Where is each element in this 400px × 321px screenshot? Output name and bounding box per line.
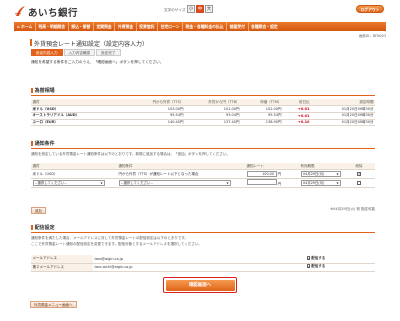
conditions-table: 通貨 通知条件 通知レート 有効期限 削除 米ドル（USD） 円から外貨（TTS… [31,163,375,188]
rates-header-ttb: 外貨から円（TTB） [185,99,241,107]
mail-address: taro-aichi@aigin.co.jp [93,263,305,272]
mail-address: taro@aigin.co.jp [93,255,305,264]
rate-time: 01月20日09時30分 [311,119,375,127]
rate-change: +0.01 [283,105,311,113]
global-nav: ⌂ ホーム 残高・明細照会 振込・振替 定期預金 外貨預金 投資信託 住宅ローン… [14,22,386,31]
step-confirm: 入力内容確認 [63,49,96,56]
rate-change: +0.10 [283,119,311,127]
home-icon: ⌂ [17,24,20,29]
screen-id: 画面ID：BFN003 [358,34,386,38]
font-size-label: 文字のサイズ [164,8,186,12]
mail-label: メールアドレス [31,255,93,264]
rates-header-change: 前日比 [283,99,311,107]
cond-condition: 円から外貨（TTS）が通知レート以下となった場合 [117,169,245,179]
rate-ttm: 95.54円 [241,112,283,120]
nav-time-deposit[interactable]: 定期預金 [94,22,116,31]
rate-input[interactable]: 100.00 [246,171,277,177]
page-title: 外貨預金レート通知設定（設定内容入力） [34,41,149,48]
rates-header-ttm: 仲値（TTM） [241,99,283,107]
rates-header-time: 設定時間 [311,99,375,107]
rate-ttb: 101.00円 [185,105,241,113]
mail-divider [31,232,375,233]
mail-label: 第２メールアドレス [31,263,93,272]
step-complete: 設定完了 [96,49,121,56]
rate-input[interactable] [246,179,277,185]
rate-ttm: 102.00円 [241,105,283,113]
deliver-label: 配信する [311,256,326,261]
deliver-label: 配信する [311,264,326,269]
nav-tax-payment[interactable]: 税金・各種料金の払込 [183,22,228,31]
rate-ttb: 93.04円 [185,112,241,120]
mail-table: メールアドレス taro@aigin.co.jp 配信する 第２メールアドレス … [31,255,375,272]
back-to-menu-button[interactable]: 外貨預金メニュー画面へ [30,301,77,308]
expiry-select[interactable]: 04月29日(月) [300,180,341,186]
rates-divider [31,95,375,96]
rates-table: 通貨 円から外貨（TTS） 外貨から円（TTB） 仲値（TTM） 前日比 設定時… [31,99,375,127]
rate-ttm: 138.90円 [241,119,283,127]
mail-description-1: 通知条件を満たした場合、メールアドレスに対して外貨預金レートの配信設定は以下のと… [31,236,189,240]
add-button[interactable]: 追加 [31,207,46,214]
rate-tts: 140.40円 [129,119,185,127]
confirm-button-highlight: 確認画面へ [163,277,237,293]
delete-checkbox[interactable] [357,171,361,176]
title-accent [30,39,32,46]
rate-tts: 103.00円 [129,105,185,113]
expiry-select[interactable]: 04月29日(月) [300,171,341,177]
currency-select[interactable]: --選択してください-- [32,180,105,186]
mail-section-title: 配信設定 [31,224,55,231]
rate-currency: ユーロ（EUR） [31,119,129,127]
conditions-description: 通知を設定している外貨預金レート通知条件は以下のとおりです。新規に追加する場合は… [31,152,230,156]
deliver-checkbox[interactable] [306,264,310,268]
bank-logo-icon [14,6,25,16]
guide-text: 通知を希望する条件をご入力のうえ、「確認画面へ」ボタンを押してください。 [31,60,164,64]
nav-applications[interactable]: 諸届受付 [227,22,249,31]
rate-change: +0.01 [283,112,311,120]
rates-header-tts: 円から外貨（TTS） [129,99,185,107]
nav-investment-trust[interactable]: 投資信託 [137,22,158,31]
nav-balance[interactable]: 残高・明細照会 [36,22,69,31]
deliver-checkbox[interactable] [306,256,310,260]
delete-checkbox[interactable] [357,180,361,185]
table-row: --選択してください-- --選択してください-- 円 04月29日(月) [31,178,375,188]
rate-time: 01月20日09時30分 [311,112,375,120]
table-row: 第２メールアドレス taro-aichi@aigin.co.jp 配信する [31,263,375,272]
logout-button[interactable]: ログアウト [356,5,384,13]
table-row: 米ドル（USD） 103.00円 101.00円 102.00円 +0.01 0… [31,105,375,113]
rate-ttb: 137.40円 [185,119,241,127]
bank-logo-text[interactable]: あいち銀行 [28,5,78,19]
rate-tts: 95.54円 [129,112,185,120]
table-row: オーストラリアドル（AUD） 95.54円 93.04円 95.54円 +0.0… [31,112,375,120]
rate-unit: 円 [277,182,282,186]
rates-section-title: 為替相場 [31,87,55,94]
rates-header-currency: 通貨 [31,99,129,107]
rate-currency: オーストラリアドル（AUD） [31,112,129,120]
nav-settings[interactable]: 各種照会・設定 [249,22,281,31]
rate-unit: 円 [277,172,282,176]
table-row: 米ドル（USD） 円から外貨（TTS）が通知レート以下となった場合 100.00… [31,169,375,179]
rates-header-row: 通貨 円から外貨（TTS） 外貨から円（TTB） 仲値（TTM） 前日比 設定時… [31,99,375,107]
step-indicator: 設定内容入力 入力内容確認 設定完了 [31,49,122,56]
conditions-section-title: 通知条件 [31,140,55,147]
cond-currency: 米ドル（USD） [31,169,117,179]
nav-foreign-deposit[interactable]: 外貨預金 [115,22,137,31]
conditions-divider [31,148,375,149]
rate-time: 01月20日09時30分 [311,105,375,113]
table-row: ユーロ（EUR） 140.40円 137.40円 138.90円 +0.10 0… [31,119,375,127]
font-size-medium-button[interactable]: 中 [196,5,204,13]
font-size-large-button[interactable]: 大 [205,5,213,13]
table-row: メールアドレス taro@aigin.co.jp 配信する [31,255,375,264]
nav-home[interactable]: ⌂ ホーム [14,22,36,31]
font-size-small-button[interactable]: 小 [187,5,195,13]
expiry-note: ※04月29日(火) 祝 指定可能 [330,207,375,211]
mail-description-2: ここで外貨預金レート通知の配信設定を変更できます。配信対象とするメールアドレスを… [31,242,202,246]
nav-housing-loan[interactable]: 住宅ローン [158,22,183,31]
condition-select[interactable]: --選択してください-- [118,180,231,186]
rate-currency: 米ドル（USD） [31,105,129,113]
step-input: 設定内容入力 [31,49,63,56]
confirm-button[interactable]: 確認画面へ [165,279,235,291]
nav-transfer[interactable]: 振込・振替 [69,22,94,31]
